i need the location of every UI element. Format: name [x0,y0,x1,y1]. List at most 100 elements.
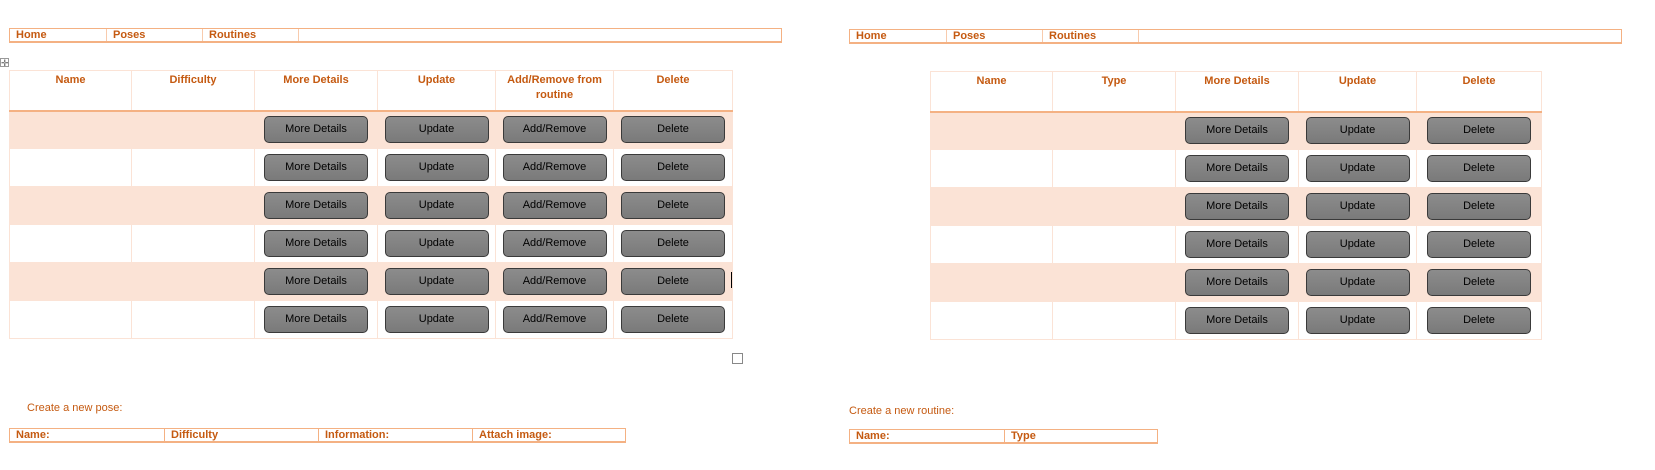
button-cell: Update [1298,301,1417,340]
delete-button[interactable]: Delete [621,192,725,219]
more-details-button[interactable]: More Details [264,192,368,219]
update-button[interactable]: Update [1305,155,1410,182]
more-details-button[interactable]: More Details [1185,231,1289,258]
delete-button[interactable]: Delete [1427,307,1531,334]
update-button[interactable]: Update [1305,193,1410,220]
update-button[interactable]: Update [384,268,489,295]
button-cell: Delete [613,262,733,301]
table-cell[interactable] [1052,263,1176,302]
more-details-button[interactable]: More Details [264,230,368,257]
right-nav-poses[interactable]: Poses [947,30,1043,42]
button-cell: More Details [254,148,378,187]
header-delete: Delete [1416,71,1542,113]
table-cell[interactable] [1052,187,1176,226]
table-cell[interactable] [131,186,255,225]
table-row: More Details Update Add/Remove Delete [9,186,733,225]
update-button[interactable]: Update [384,230,489,257]
create-pose-form: Name: Difficulty Information: Attach ima… [9,428,626,443]
right-nav-home[interactable]: Home [850,30,947,42]
table-cell[interactable] [131,262,255,301]
more-details-button[interactable]: More Details [264,154,368,181]
update-button[interactable]: Update [384,116,489,144]
table-cell[interactable] [131,110,255,149]
table-row: More Details Update Add/Remove Delete [9,110,733,149]
update-button[interactable]: Update [1305,231,1410,258]
more-details-button[interactable]: More Details [1185,269,1289,296]
routine-type-field[interactable]: Type [1005,430,1157,442]
left-nav-poses[interactable]: Poses [107,29,203,41]
table-row: More Details Update Delete [930,263,1542,302]
update-button[interactable]: Update [384,154,489,181]
button-cell: Add/Remove [495,148,614,187]
delete-button[interactable]: Delete [1427,269,1531,296]
delete-button[interactable]: Delete [1427,155,1531,182]
pose-difficulty-field[interactable]: Difficulty [165,429,319,441]
delete-button[interactable]: Delete [621,306,725,333]
add-remove-button[interactable]: Add/Remove [502,306,607,333]
update-button[interactable]: Update [384,306,489,333]
table-cell[interactable] [9,186,132,225]
pose-attach-image-field[interactable]: Attach image: [473,429,625,441]
table-cell[interactable] [9,148,132,187]
button-cell: More Details [1175,111,1299,150]
add-remove-button[interactable]: Add/Remove [502,230,607,257]
button-cell: More Details [1175,149,1299,188]
table-cell[interactable] [930,263,1053,302]
table-cell[interactable] [930,225,1053,264]
table-cell[interactable] [9,262,132,301]
button-cell: More Details [254,300,378,339]
table-cell[interactable] [131,300,255,339]
table-cell[interactable] [9,110,132,149]
more-details-button[interactable]: More Details [1185,155,1289,182]
update-button[interactable]: Update [1305,117,1410,145]
delete-button[interactable]: Delete [621,154,725,181]
add-remove-button[interactable]: Add/Remove [502,268,607,295]
table-cell[interactable] [9,300,132,339]
add-remove-button[interactable]: Add/Remove [502,192,607,219]
table-cell[interactable] [1052,301,1176,340]
header-more-details: More Details [254,70,378,112]
update-button[interactable]: Update [1305,307,1410,334]
delete-button[interactable]: Delete [1427,193,1531,220]
more-details-button[interactable]: More Details [1185,193,1289,220]
right-nav-routines[interactable]: Routines [1043,30,1139,42]
delete-button[interactable]: Delete [621,116,725,144]
table-cell[interactable] [1052,149,1176,188]
pose-name-field[interactable]: Name: [10,429,165,441]
more-details-button[interactable]: More Details [264,116,368,144]
table-move-handle-icon[interactable]: ✛ [0,58,9,68]
left-nav-routines[interactable]: Routines [203,29,299,41]
table-cell[interactable] [131,148,255,187]
table-cell[interactable] [1052,111,1176,150]
delete-button[interactable]: Delete [1427,231,1531,258]
delete-button[interactable]: Delete [1427,117,1531,145]
routine-name-field[interactable]: Name: [850,430,1005,442]
button-cell: More Details [1175,263,1299,302]
more-details-button[interactable]: More Details [264,268,368,295]
add-remove-button[interactable]: Add/Remove [502,154,607,181]
add-remove-button[interactable]: Add/Remove [502,116,607,144]
poses-table: Name Difficulty More Details Update Add/… [9,70,733,339]
header-update: Update [1298,71,1417,113]
more-details-button[interactable]: More Details [1185,117,1289,145]
header-delete: Delete [613,70,733,112]
delete-button[interactable]: Delete [621,230,725,257]
left-nav-home[interactable]: Home [10,29,107,41]
table-row: More Details Update Delete [930,111,1542,150]
update-button[interactable]: Update [1305,269,1410,296]
table-cell[interactable] [930,149,1053,188]
table-cell[interactable] [131,224,255,263]
header-name: Name [930,71,1053,113]
update-button[interactable]: Update [384,192,489,219]
table-resize-handle-icon[interactable] [732,353,743,364]
pose-information-field[interactable]: Information: [319,429,473,441]
table-cell[interactable] [9,224,132,263]
header-update: Update [377,70,496,112]
delete-button[interactable]: Delete [621,268,725,295]
more-details-button[interactable]: More Details [264,306,368,333]
table-cell[interactable] [930,187,1053,226]
table-cell[interactable] [1052,225,1176,264]
table-cell[interactable] [930,301,1053,340]
more-details-button[interactable]: More Details [1185,307,1289,334]
table-cell[interactable] [930,111,1053,150]
